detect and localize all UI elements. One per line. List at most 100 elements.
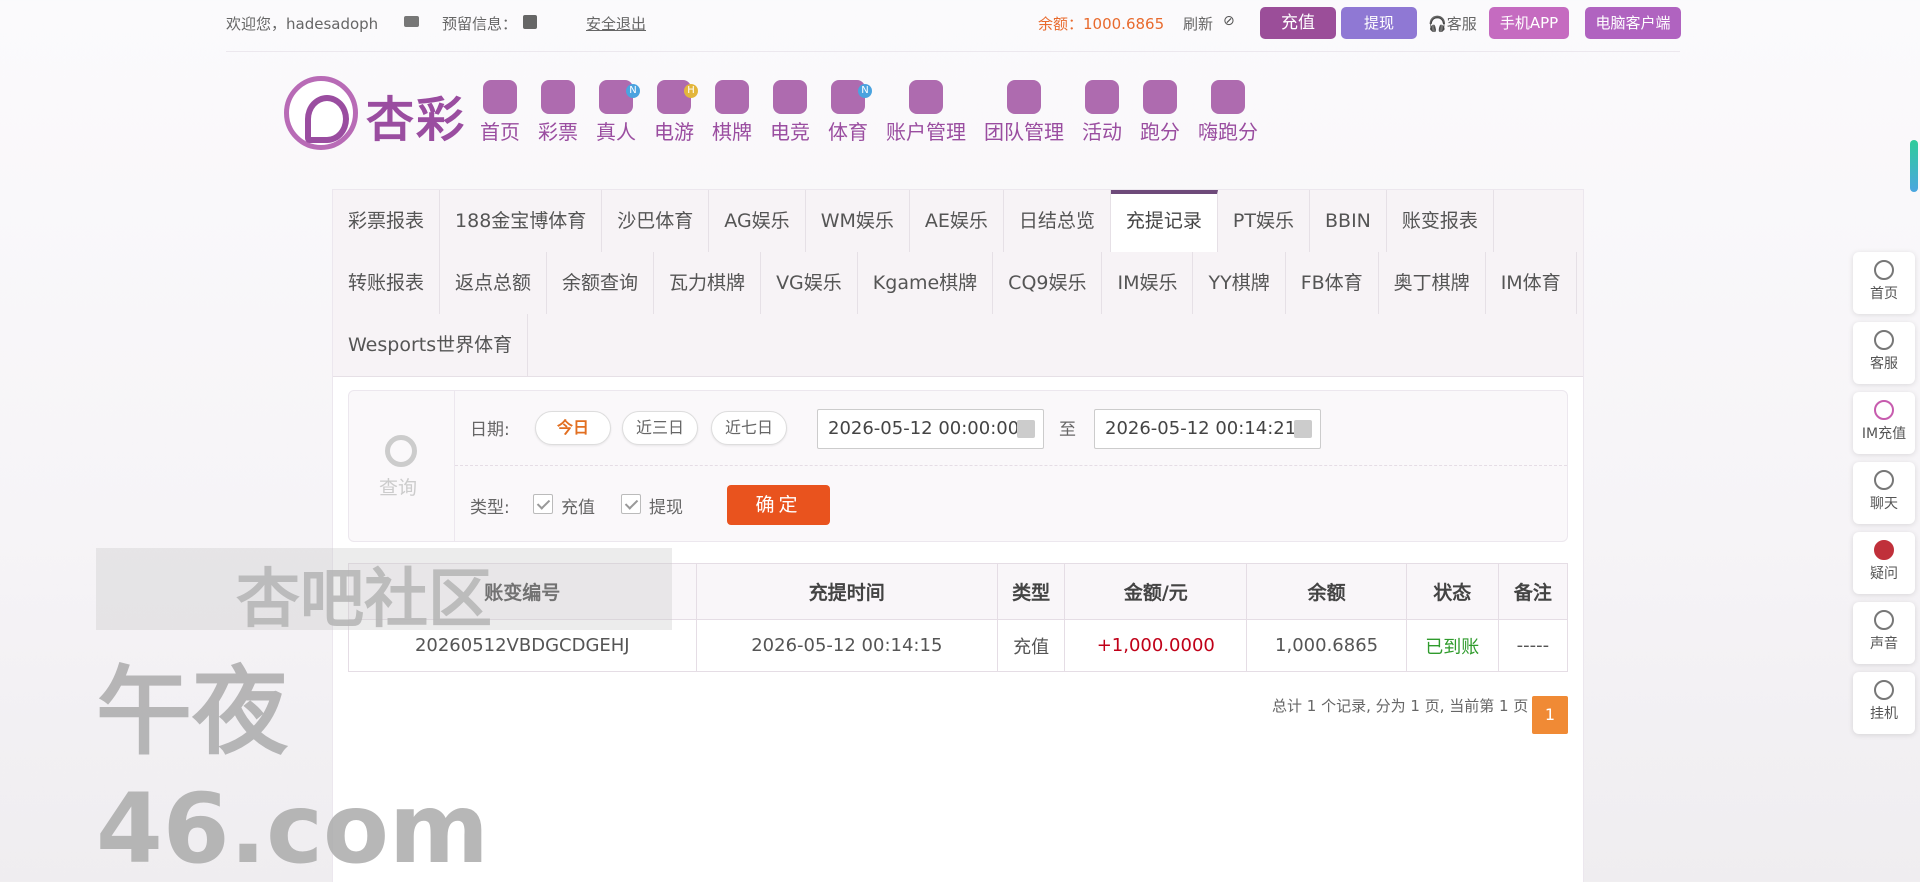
date-to-input[interactable]: 2026-05-12 00:14:21 bbox=[1094, 409, 1321, 449]
nav-item-team[interactable]: 团队管理 bbox=[984, 80, 1064, 150]
pc-client-button[interactable]: 电脑客户端 bbox=[1585, 7, 1681, 39]
logout-link[interactable]: 安全退出 bbox=[586, 13, 646, 34]
account-icon bbox=[909, 80, 943, 114]
headset-icon: 🎧 bbox=[1428, 15, 1447, 33]
nav-item-account[interactable]: 账户管理 bbox=[886, 80, 966, 150]
sidebar-label: 挂机 bbox=[1870, 706, 1898, 722]
col-status: 状态 bbox=[1405, 563, 1499, 620]
sidebar-item-home[interactable]: 首页 bbox=[1853, 252, 1915, 314]
tab-balance-query[interactable]: 余额查询 bbox=[547, 252, 655, 314]
date-from-input[interactable]: 2026-05-12 00:00:00 bbox=[817, 409, 1044, 449]
col-note: 备注 bbox=[1497, 563, 1569, 620]
tab-deposit-withdraw[interactable]: 充提记录 bbox=[1110, 190, 1218, 252]
nav-item-cards[interactable]: 棋牌 bbox=[712, 80, 752, 150]
recharge-checkbox[interactable] bbox=[533, 494, 553, 514]
nav-item-sports[interactable]: N 体育 bbox=[828, 80, 872, 150]
withdraw-button[interactable]: 提现 bbox=[1341, 7, 1417, 39]
nav-item-live[interactable]: N 真人 bbox=[596, 80, 640, 150]
nav-label: 团队管理 bbox=[984, 120, 1064, 144]
last7days-button[interactable]: 近七日 bbox=[711, 411, 787, 445]
nav-label: 体育 bbox=[828, 120, 868, 144]
to-label: 至 bbox=[1059, 420, 1076, 440]
new-badge: N bbox=[626, 84, 640, 98]
right-toolbar: 首页 客服 IM充值 聊天 疑问 声音 挂机 bbox=[1853, 252, 1915, 742]
sidebar-item-im-recharge[interactable]: IM充值 bbox=[1853, 392, 1915, 454]
eye-off-icon[interactable]: ⊘ bbox=[1223, 13, 1243, 29]
site-logo[interactable]: 杏彩 bbox=[284, 74, 474, 150]
customer-service-label: 客服 bbox=[1446, 15, 1477, 33]
last3days-button[interactable]: 近三日 bbox=[622, 411, 698, 445]
mail-icon[interactable] bbox=[404, 16, 419, 27]
car-icon bbox=[1143, 80, 1177, 114]
col-type: 类型 bbox=[997, 563, 1066, 620]
gift-icon bbox=[1085, 80, 1119, 114]
tab-account-change[interactable]: 账变报表 bbox=[1386, 190, 1494, 252]
sidebar-item-idle[interactable]: 挂机 bbox=[1853, 672, 1915, 734]
speaker-icon bbox=[1874, 610, 1894, 630]
nav-label: 电竞 bbox=[770, 120, 810, 144]
tab-wesports[interactable]: Wesports世界体育 bbox=[333, 314, 529, 376]
date-label: 日期: bbox=[470, 420, 510, 440]
today-button[interactable]: 今日 bbox=[535, 411, 611, 445]
mobile-app-button[interactable]: 手机APP bbox=[1489, 7, 1569, 39]
tab-saba-sports[interactable]: 沙巴体育 bbox=[602, 190, 710, 252]
scrollbar-thumb[interactable] bbox=[1910, 140, 1918, 192]
tab-bbin[interactable]: BBIN bbox=[1310, 190, 1387, 252]
page-button[interactable]: 1 bbox=[1532, 696, 1568, 734]
nav-item-run[interactable]: 跑分 bbox=[1140, 80, 1180, 150]
tab-im-sports[interactable]: IM体育 bbox=[1485, 252, 1577, 314]
nav-label: 电游 bbox=[654, 120, 694, 144]
tab-pt[interactable]: PT娱乐 bbox=[1217, 190, 1310, 252]
nav-item-esports[interactable]: 电竞 bbox=[770, 80, 810, 150]
confirm-button[interactable]: 确定 bbox=[727, 485, 830, 525]
tab-wm[interactable]: WM娱乐 bbox=[805, 190, 910, 252]
sidebar-item-sound[interactable]: 声音 bbox=[1853, 602, 1915, 664]
withdraw-checkbox[interactable] bbox=[621, 494, 641, 514]
sidebar-item-chat[interactable]: 聊天 bbox=[1853, 462, 1915, 524]
col-time: 充提时间 bbox=[695, 563, 999, 620]
nav-label: 首页 bbox=[480, 120, 520, 144]
nav-label: 嗨跑分 bbox=[1198, 120, 1258, 144]
tab-188-sports[interactable]: 188金宝博体育 bbox=[440, 190, 603, 252]
recharge-button[interactable]: 充值 bbox=[1260, 7, 1336, 39]
records-table: 账变编号 充提时间 类型 金额/元 余额 状态 备注 20260512VBDGC… bbox=[348, 563, 1569, 672]
nav-item-home[interactable]: 首页 bbox=[480, 80, 520, 150]
nav-item-slots[interactable]: H 电游 bbox=[654, 80, 698, 150]
tab-odin-cards[interactable]: 奥丁棋牌 bbox=[1378, 252, 1486, 314]
table-header-row: 账变编号 充提时间 类型 金额/元 余额 状态 备注 bbox=[348, 563, 1569, 620]
tab-im[interactable]: IM娱乐 bbox=[1102, 252, 1194, 314]
query-button[interactable]: 查询 bbox=[349, 391, 455, 541]
sidebar-label: 聊天 bbox=[1870, 496, 1898, 512]
calendar-icon bbox=[1017, 420, 1035, 438]
tab-cq9[interactable]: CQ9娱乐 bbox=[993, 252, 1103, 314]
page-scrollbar[interactable] bbox=[1908, 0, 1920, 882]
tab-rebate[interactable]: 返点总额 bbox=[440, 252, 548, 314]
sidebar-item-service[interactable]: 客服 bbox=[1853, 322, 1915, 384]
query-label: 查询 bbox=[379, 477, 418, 499]
tab-kgame[interactable]: Kgame棋牌 bbox=[857, 252, 994, 314]
edit-icon[interactable] bbox=[523, 15, 537, 29]
nav-label: 跑分 bbox=[1140, 120, 1180, 144]
tab-wali-cards[interactable]: 瓦力棋牌 bbox=[654, 252, 762, 314]
hot-badge: H bbox=[684, 84, 698, 98]
chat-icon bbox=[1874, 470, 1894, 490]
nav-label: 棋牌 bbox=[712, 120, 752, 144]
tab-ae[interactable]: AE娱乐 bbox=[909, 190, 1004, 252]
tab-daily-overview[interactable]: 日结总览 bbox=[1003, 190, 1111, 252]
customer-service-link[interactable]: 🎧客服 bbox=[1428, 13, 1477, 34]
tab-ag[interactable]: AG娱乐 bbox=[709, 190, 806, 252]
logo-emblem-icon bbox=[284, 76, 358, 150]
tab-yy-cards[interactable]: YY棋牌 bbox=[1193, 252, 1286, 314]
refresh-link[interactable]: 刷新 bbox=[1183, 13, 1213, 34]
nav-item-lottery[interactable]: 彩票 bbox=[538, 80, 578, 150]
tab-fb-sports[interactable]: FB体育 bbox=[1285, 252, 1379, 314]
col-id: 账变编号 bbox=[348, 563, 697, 620]
tab-lottery-report[interactable]: 彩票报表 bbox=[333, 190, 441, 252]
nav-item-hi-run[interactable]: 嗨跑分 bbox=[1198, 80, 1258, 150]
sidebar-item-question[interactable]: 疑问 bbox=[1853, 532, 1915, 594]
sidebar-label: 客服 bbox=[1870, 356, 1898, 372]
nav-item-activity[interactable]: 活动 bbox=[1082, 80, 1122, 150]
tab-vg[interactable]: VG娱乐 bbox=[761, 252, 858, 314]
sidebar-label: 疑问 bbox=[1870, 566, 1898, 582]
tab-transfer[interactable]: 转账报表 bbox=[333, 252, 441, 314]
